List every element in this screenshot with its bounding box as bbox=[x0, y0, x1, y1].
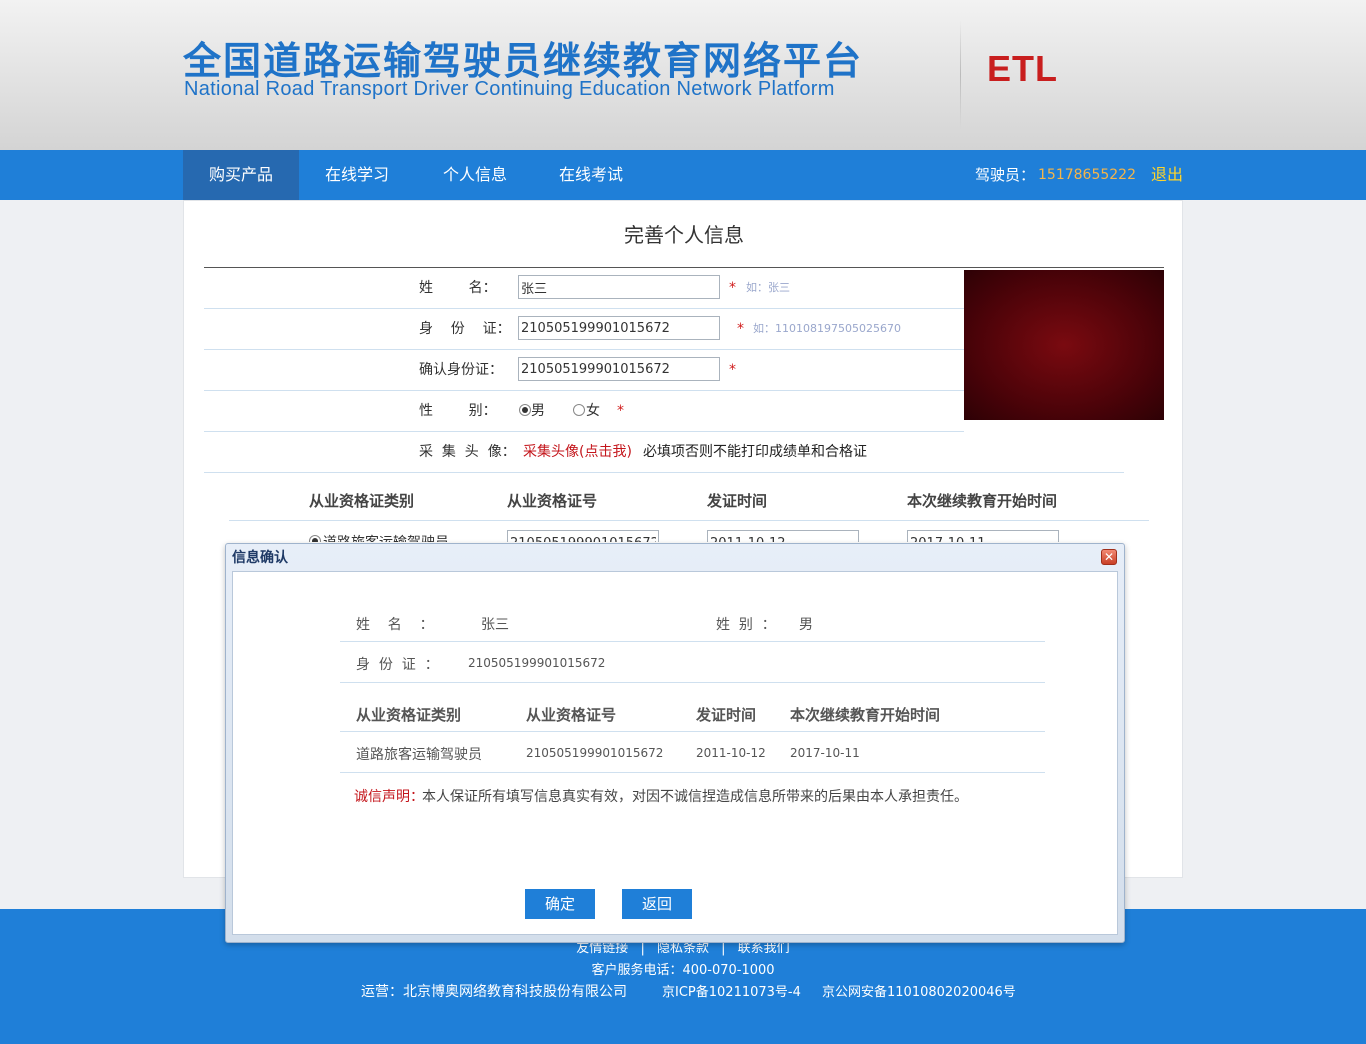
gender-male-label: 男 bbox=[531, 403, 545, 419]
dialog-header-number: 从业资格证号 bbox=[526, 706, 617, 724]
required-mark: * bbox=[729, 280, 736, 296]
cert-header-start-date: 本次继续教育开始时间 bbox=[907, 492, 1058, 510]
confirm-button[interactable]: 确定 bbox=[525, 889, 595, 919]
id-row: 身 份 证： * 如：110108197505025670 bbox=[204, 309, 964, 350]
close-icon[interactable]: ✕ bbox=[1101, 549, 1117, 565]
confirm-id-label: 确认身份证： bbox=[419, 362, 503, 378]
footer-police[interactable]: 京公网安备11010802020046号 bbox=[822, 981, 1016, 1000]
main-nav: 购买产品 在线学习 个人信息 在线考试 驾驶员： 15178655222 退出 bbox=[0, 150, 1366, 200]
cert-header-issue-date: 发证时间 bbox=[707, 492, 768, 510]
gender-female-radio[interactable] bbox=[573, 404, 585, 416]
footer-link-contact[interactable]: 联系我们 bbox=[738, 941, 790, 956]
declaration-label: 诚信声明： bbox=[354, 789, 424, 805]
id-label: 身 份 证： bbox=[419, 321, 511, 337]
footer-separator: | bbox=[721, 941, 726, 956]
footer-separator: | bbox=[640, 941, 645, 956]
capture-photo-link[interactable]: 采集头像(点击我) bbox=[523, 432, 632, 472]
cert-table-row: 道路旅客运输驾驶员 bbox=[229, 522, 1149, 542]
dialog-title: 信息确认 bbox=[232, 550, 288, 566]
dialog-cert-start-date: 2017-10-11 bbox=[790, 746, 860, 760]
cert-type-radio[interactable] bbox=[309, 535, 321, 542]
dialog-table-row: 道路旅客运输驾驶员 210505199901015672 2011-10-12 … bbox=[340, 733, 1045, 773]
confirm-id-row: 确认身份证： * bbox=[204, 350, 964, 391]
confirm-id-input[interactable] bbox=[518, 357, 720, 381]
etl-logo: ETL bbox=[987, 48, 1058, 89]
logout-link[interactable]: 退出 bbox=[1151, 150, 1183, 200]
dialog-gender-value: 男 bbox=[799, 617, 813, 633]
driver-phone: 15178655222 bbox=[1038, 167, 1136, 183]
name-label: 姓 名： bbox=[419, 280, 497, 296]
nav-online-exam[interactable]: 在线考试 bbox=[533, 150, 649, 200]
dialog-id-value: 210505199901015672 bbox=[468, 656, 606, 670]
footer-link-privacy[interactable]: 隐私条款 bbox=[657, 941, 709, 956]
driver-label: 驾驶员： bbox=[975, 166, 1036, 184]
dialog-cert-number: 210505199901015672 bbox=[526, 746, 664, 760]
cert-header-number: 从业资格证号 bbox=[507, 492, 598, 510]
gender-label: 性 别： bbox=[419, 403, 497, 419]
gender-female-label: 女 bbox=[586, 403, 600, 419]
required-mark: * bbox=[617, 403, 624, 419]
dialog-name-value: 张三 bbox=[481, 617, 509, 633]
gender-row: 性 别： 男 女 * bbox=[204, 391, 964, 432]
site-header: 全国道路运输驾驶员继续教育网络平台 National Road Transpor… bbox=[0, 0, 1366, 150]
cert-start-date-input[interactable] bbox=[907, 530, 1059, 542]
cert-header-type: 从业资格证类别 bbox=[309, 492, 415, 510]
dialog-header-type: 从业资格证类别 bbox=[356, 706, 462, 724]
nav-personal-info[interactable]: 个人信息 bbox=[417, 150, 533, 200]
name-input[interactable] bbox=[518, 275, 720, 299]
dialog-name-label: 姓 名 ： bbox=[356, 617, 434, 633]
capture-photo-note: 必填项否则不能打印成绩单和合格证 bbox=[643, 444, 867, 460]
nav-online-study[interactable]: 在线学习 bbox=[299, 150, 415, 200]
header-divider bbox=[960, 20, 961, 130]
dialog-gender-label: 姓 别 ： bbox=[716, 617, 776, 633]
dialog-header-start-date: 本次继续教育开始时间 bbox=[790, 706, 941, 724]
confirm-dialog: 信息确认 ✕ 姓 名 ： 张三 姓 别 ： 男 身 份 证 ： 21050519… bbox=[225, 543, 1125, 943]
cert-type-text: 道路旅客运输驾驶员 bbox=[323, 532, 449, 542]
required-mark: * bbox=[729, 362, 736, 378]
id-input[interactable] bbox=[518, 316, 720, 340]
photo-row: 采 集 头 像： 采集头像(点击我) 必填项否则不能打印成绩单和合格证 bbox=[204, 432, 1124, 473]
site-title-en: National Road Transport Driver Continuin… bbox=[184, 78, 835, 100]
back-button[interactable]: 返回 bbox=[622, 889, 692, 919]
photo-preview bbox=[964, 270, 1164, 420]
id-hint: 如：110108197505025670 bbox=[753, 322, 901, 335]
cert-table-header: 从业资格证类别 从业资格证号 发证时间 本次继续教育开始时间 bbox=[229, 481, 1149, 521]
nav-buy-products[interactable]: 购买产品 bbox=[183, 150, 299, 200]
required-mark: * bbox=[737, 321, 744, 337]
photo-label: 采 集 头 像： bbox=[419, 444, 516, 460]
cert-number-input[interactable] bbox=[507, 530, 659, 542]
name-row: 姓 名： * 如：张三 bbox=[204, 268, 964, 309]
page-title: 完善个人信息 bbox=[624, 223, 744, 247]
gender-male-radio[interactable] bbox=[519, 404, 531, 416]
declaration-text: 本人保证所有填写信息真实有效，对因不诚信捏造成信息所带来的后果由本人承担责任。 bbox=[422, 789, 968, 805]
dialog-header-issue-date: 发证时间 bbox=[696, 706, 757, 724]
dialog-name-row: 姓 名 ： 张三 姓 别 ： 男 bbox=[340, 606, 1045, 642]
site-title-cn: 全国道路运输驾驶员继续教育网络平台 bbox=[183, 39, 864, 83]
footer-link-friends[interactable]: 友情链接 bbox=[576, 941, 628, 956]
footer-phone: 客户服务电话：400-070-1000 bbox=[591, 963, 775, 978]
dialog-id-row: 身 份 证 ： 210505199901015672 bbox=[340, 643, 1045, 683]
footer-icp[interactable]: 京ICP备10211073号-4 bbox=[662, 981, 801, 1000]
cert-issue-date-input[interactable] bbox=[707, 530, 859, 542]
dialog-cert-issue-date: 2011-10-12 bbox=[696, 746, 766, 760]
name-hint: 如：张三 bbox=[746, 281, 790, 294]
dialog-table-header: 从业资格证类别 从业资格证号 发证时间 本次继续教育开始时间 bbox=[340, 684, 1045, 732]
dialog-body: 姓 名 ： 张三 姓 别 ： 男 身 份 证 ： 210505199901015… bbox=[232, 571, 1118, 935]
dialog-cert-type: 道路旅客运输驾驶员 bbox=[356, 747, 482, 763]
footer-operator: 运营：北京博奥网络教育科技股份有限公司 bbox=[361, 984, 627, 1000]
dialog-id-label: 身 份 证 ： bbox=[356, 657, 439, 673]
